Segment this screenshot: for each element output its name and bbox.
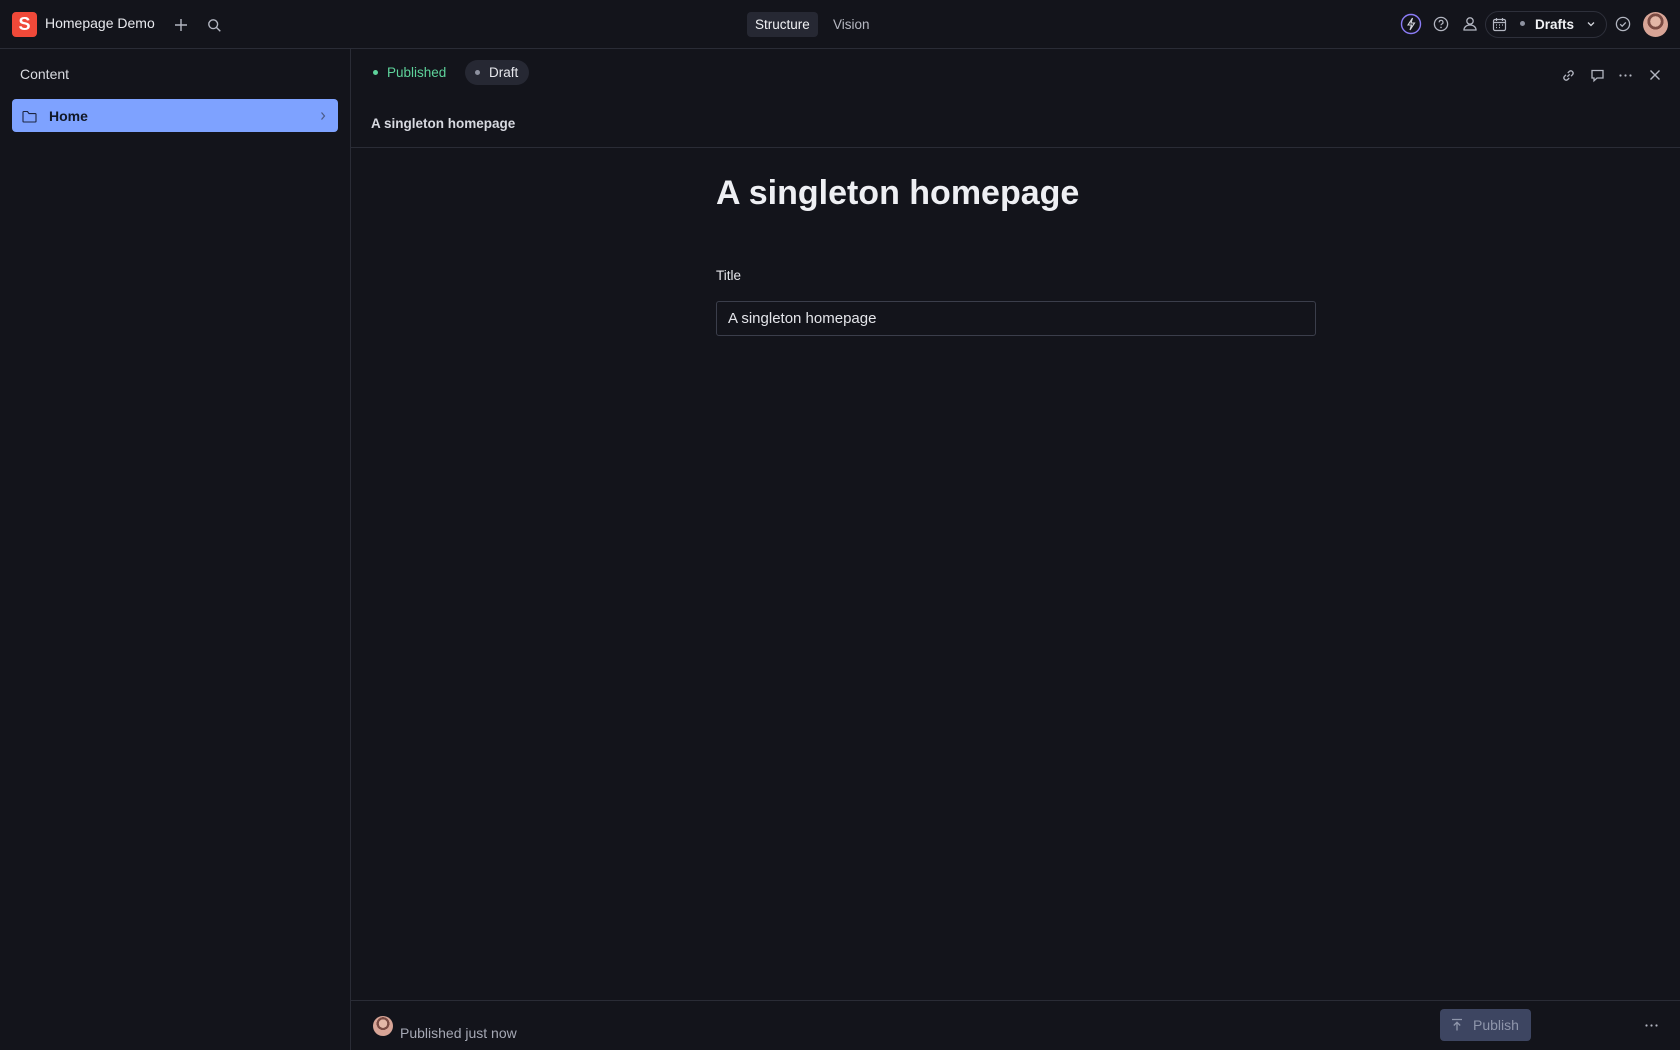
sidebar-item-label: Home (49, 108, 88, 124)
footer-more-icon[interactable] (1642, 1016, 1660, 1034)
title-field[interactable] (716, 301, 1316, 336)
link-icon[interactable] (1559, 66, 1577, 84)
perspective-label: Drafts (1535, 17, 1575, 32)
title-field-label: Title (716, 268, 742, 283)
sidebar-item-home[interactable]: Home (12, 99, 338, 132)
more-options-icon[interactable] (1616, 66, 1634, 84)
publish-status: Published just now (400, 1025, 517, 1041)
document-breadcrumb: A singleton homepage (371, 116, 516, 131)
tab-vision[interactable]: Vision (825, 12, 878, 37)
footer-divider (351, 1000, 1680, 1001)
published-label: Published (387, 65, 447, 80)
top-navbar: S Homepage Demo Structure Vision Drafts (0, 0, 1680, 49)
calendar-icon (1490, 15, 1508, 33)
tab-draft[interactable]: Draft (465, 60, 530, 85)
publish-icon (1450, 1018, 1464, 1035)
app-title[interactable]: Homepage Demo (45, 15, 155, 31)
footer-avatar (373, 1016, 393, 1036)
close-icon[interactable] (1646, 66, 1664, 84)
content-sidebar: Content Home (0, 49, 351, 1050)
document-title: A singleton homepage (716, 174, 1080, 212)
comment-icon[interactable] (1588, 66, 1606, 84)
tab-published[interactable]: Published (363, 60, 457, 85)
published-dot (373, 70, 378, 75)
draft-dot (475, 70, 480, 75)
add-icon[interactable] (171, 15, 191, 35)
user-avatar[interactable] (1643, 12, 1668, 37)
search-icon[interactable] (204, 15, 224, 35)
chevron-right-icon (317, 110, 329, 122)
folder-icon (21, 108, 37, 124)
publish-button[interactable]: Publish (1440, 1009, 1531, 1041)
help-icon[interactable] (1432, 15, 1450, 33)
tab-structure[interactable]: Structure (747, 12, 818, 37)
header-divider (351, 147, 1680, 148)
drafts-dot (1520, 21, 1525, 26)
people-icon[interactable] (1460, 14, 1480, 34)
ai-bolt-icon[interactable] (1400, 13, 1422, 35)
sidebar-heading: Content (20, 66, 70, 82)
check-circle-icon[interactable] (1614, 15, 1632, 33)
studio-logo[interactable]: S (12, 12, 37, 37)
document-pane: Published Draft A singleton homepage A s… (351, 49, 1680, 1050)
chevron-down-icon[interactable] (1584, 17, 1598, 31)
draft-label: Draft (489, 65, 519, 80)
publish-label: Publish (1473, 1017, 1519, 1033)
